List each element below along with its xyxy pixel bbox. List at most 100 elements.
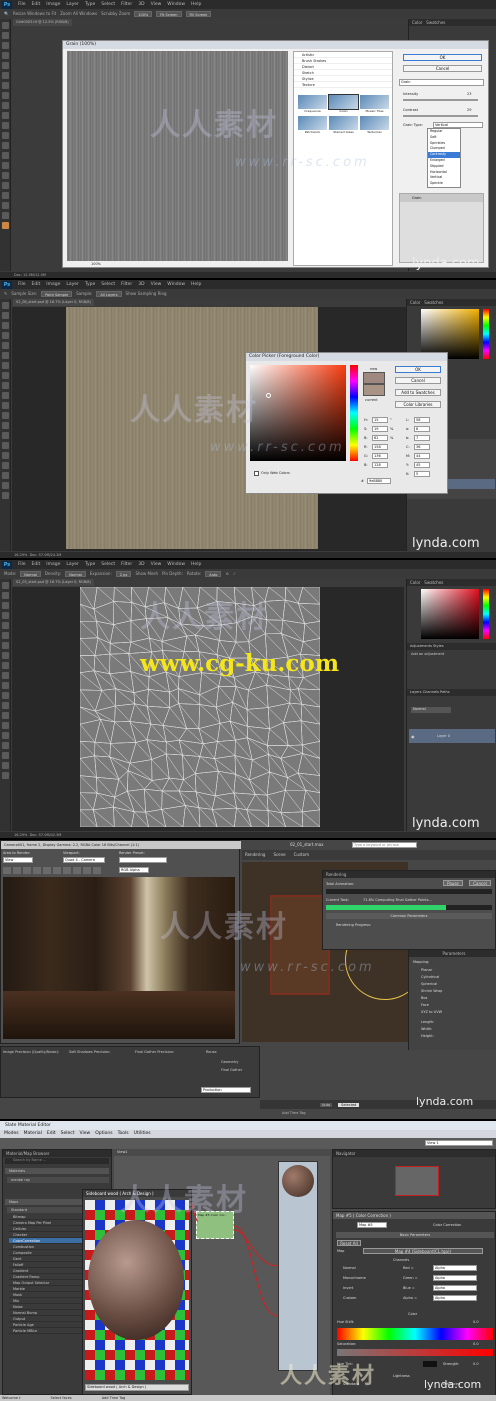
lasso-tool-icon[interactable] [2, 322, 9, 329]
crop-tool-icon[interactable] [2, 62, 9, 69]
menu-3d[interactable]: 3D [135, 2, 147, 7]
move-tool-icon[interactable] [2, 302, 9, 309]
preview-footer-select[interactable]: Sideboard wood ( Arch & Design ) [85, 1384, 189, 1391]
menu-file[interactable]: File [15, 562, 29, 567]
menu-file[interactable]: File [15, 282, 29, 287]
menu-edit[interactable]: Edit [29, 2, 44, 7]
history-tool-icon[interactable] [2, 112, 9, 119]
menu-image[interactable]: Image [43, 2, 63, 7]
mapping-option[interactable]: Spherical [421, 982, 437, 986]
intensity-slider[interactable] [403, 99, 478, 101]
zoom-tool-icon[interactable]: 🔍 [4, 11, 9, 16]
lab-cmyk-field[interactable]: 5 [414, 471, 430, 477]
preset-select[interactable] [119, 857, 167, 863]
render-tool-icon[interactable] [53, 867, 61, 874]
swatches-tab[interactable]: Swatches [424, 580, 443, 585]
gradient-tool-icon[interactable] [2, 692, 9, 699]
layers-tab[interactable]: Layers [410, 690, 422, 694]
shape-tool-icon[interactable] [2, 192, 9, 199]
menu-window[interactable]: Window [164, 282, 188, 287]
crop-tool-icon[interactable] [2, 622, 9, 629]
slate-menu-item[interactable]: Edit [47, 1130, 56, 1138]
zoom-tool-icon[interactable] [2, 492, 9, 499]
styles-tab[interactable]: Styles [433, 644, 444, 648]
pen-tool-icon[interactable] [2, 162, 9, 169]
menu-view[interactable]: View [148, 282, 165, 287]
dodge-tool-icon[interactable] [2, 152, 9, 159]
marquee-tool-icon[interactable] [2, 592, 9, 599]
mapping-option[interactable]: Face [421, 1003, 429, 1007]
ok-button[interactable]: OK [395, 366, 441, 373]
cancel-button[interactable]: Cancel [395, 377, 441, 384]
filter-select[interactable]: Grain [399, 79, 484, 86]
viewport-select[interactable]: Quad 4 - Camera [63, 857, 105, 863]
ok-button[interactable]: OK [403, 54, 482, 61]
menu-edit[interactable]: Edit [29, 282, 44, 287]
status-add-time-tag[interactable]: Add Time Tag [102, 1395, 126, 1401]
wand-tool-icon[interactable] [2, 612, 9, 619]
gradient-tool-icon[interactable] [2, 412, 9, 419]
hsb-rgb-field[interactable]: 15 [372, 417, 388, 423]
slate-menu-item[interactable]: View [80, 1130, 91, 1138]
menu-type[interactable]: Type [82, 282, 98, 287]
keyword-search[interactable]: Type a keyword or phrase [352, 842, 417, 848]
render-tool-icon[interactable] [93, 867, 101, 874]
color-ramp[interactable] [421, 589, 479, 639]
stamp-tool-icon[interactable] [2, 382, 9, 389]
menu-window[interactable]: Window [164, 2, 188, 7]
color-panel-tabs[interactable]: Color Swatches [407, 299, 496, 306]
move-tool-icon[interactable] [2, 582, 9, 589]
eraser-tool-icon[interactable] [2, 682, 9, 689]
slate-menu-item[interactable]: Options [95, 1130, 112, 1138]
swatches-tab[interactable]: Swatches [426, 20, 445, 25]
wand-tool-icon[interactable] [2, 52, 9, 59]
mapping-option[interactable]: Box [421, 996, 428, 1000]
commit-icon[interactable]: ✓ [233, 571, 236, 576]
pen-tool-icon[interactable] [2, 722, 9, 729]
fit-screen-button[interactable]: Fit Screen [156, 10, 182, 17]
fill-screen-button[interactable]: Fill Screen [185, 10, 212, 17]
only-web-colors-checkbox[interactable] [254, 471, 259, 476]
gradient-tool-icon[interactable] [2, 132, 9, 139]
lasso-tool-icon[interactable] [2, 602, 9, 609]
parameters-header[interactable]: Parameters [409, 950, 496, 957]
blend-mode-select[interactable]: Normal [411, 707, 451, 713]
view-select[interactable]: View 1 [425, 1140, 493, 1146]
strength-value[interactable]: 0.0 [473, 1362, 479, 1366]
expansion-field[interactable]: 2 px [115, 570, 132, 577]
move-tool-icon[interactable] [2, 22, 9, 29]
lab-cmyk-field[interactable]: 8 [414, 426, 430, 432]
channel-select[interactable]: Alpha [433, 1265, 477, 1271]
eyedropper-icon[interactable]: ✎ [4, 291, 7, 296]
filter-thumb[interactable]: Craquelure [298, 95, 327, 115]
final-gather-check[interactable]: Final Gather [221, 1068, 242, 1072]
hue-shift-value[interactable]: 0.0 [473, 1320, 479, 1324]
render-tool-icon[interactable] [73, 867, 81, 874]
sampling-ring-check[interactable]: Show Sampling Ring [126, 291, 167, 296]
color-field-picker-ring[interactable] [266, 393, 271, 398]
group-materials[interactable]: Materials [5, 1168, 109, 1174]
navigator-view[interactable] [395, 1166, 439, 1196]
menu-view[interactable]: View [148, 2, 165, 7]
menu-layer[interactable]: Layer [63, 562, 82, 567]
channel-select[interactable]: RGB Alpha [119, 867, 149, 873]
lab-cmyk-field[interactable]: 7 [414, 435, 430, 441]
hsb-rgb-field[interactable]: 158 [372, 444, 388, 450]
common-params-bar[interactable]: Common Parameters [326, 913, 492, 919]
marquee-tool-icon[interactable] [2, 312, 9, 319]
menu-filter[interactable]: Filter [118, 282, 135, 287]
grain-type-list[interactable]: Regular Soft Sprinkles Clumped Contrasty Enla… [427, 128, 461, 188]
hand-tool-icon[interactable] [2, 482, 9, 489]
filter-category[interactable]: Texture [294, 82, 392, 88]
sample-select[interactable]: All Layers [96, 290, 122, 297]
blur-tool-icon[interactable] [2, 702, 9, 709]
render-tool-icon[interactable] [83, 867, 91, 874]
stamp-tool-icon[interactable] [2, 662, 9, 669]
eyedropper-tool-icon[interactable] [2, 632, 9, 639]
production-select[interactable]: Production [201, 1087, 251, 1093]
menu-select[interactable]: Select [98, 2, 118, 7]
menu-3d[interactable]: 3D [135, 282, 147, 287]
menu-select[interactable]: Select [98, 282, 118, 287]
adjustments-tab[interactable]: Adjustments [410, 644, 432, 648]
hsb-rgb-field[interactable]: 128 [372, 462, 388, 468]
